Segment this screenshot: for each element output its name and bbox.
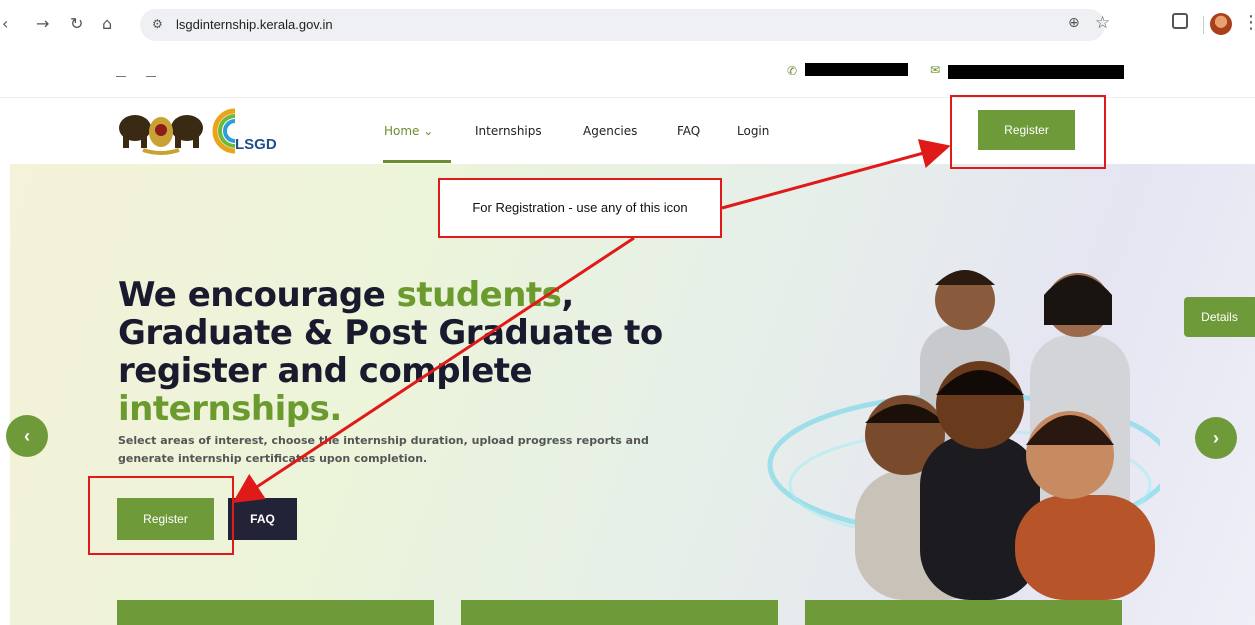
hero-title-highlight-internships: internships. (118, 389, 342, 429)
address-bar[interactable]: ⚙ lsgdinternship.kerala.gov.in ⊕ ☆ (140, 9, 1110, 41)
browser-toolbar: ‹ → ↻ ⌂ ⚙ lsgdinternship.kerala.gov.in ⊕… (0, 0, 1255, 50)
back-icon[interactable]: ‹ (2, 14, 8, 34)
toolbar-divider (1203, 16, 1204, 34)
nav-agencies[interactable]: Agencies (583, 124, 637, 138)
forward-icon[interactable]: → (36, 14, 49, 34)
nav-internships[interactable]: Internships (475, 124, 542, 138)
hero-title-highlight-students: students (396, 275, 562, 315)
redacted-phone (805, 63, 908, 76)
annotation-box-hero-register (88, 476, 234, 555)
decorative-dash (146, 76, 156, 77)
carousel-next-button[interactable]: › (1195, 417, 1237, 459)
lsgd-logo[interactable]: LSGD (205, 103, 285, 158)
hero-title: We encourage students, Graduate & Post G… (118, 276, 738, 428)
phone-icon: ✆ (787, 64, 798, 78)
url-text[interactable]: lsgdinternship.kerala.gov.in (176, 17, 333, 32)
chevron-left-icon: ‹ (24, 425, 30, 446)
nav-faq[interactable]: FAQ (677, 124, 700, 138)
reload-icon[interactable]: ↻ (70, 14, 83, 34)
lsgd-logo-text: LSGD (235, 136, 277, 153)
students-hero-image (767, 270, 1160, 600)
site-info-icon[interactable]: ⚙ (152, 17, 163, 31)
contact-strip: ✆ ✉ (0, 50, 1255, 98)
hero-subtitle: Select areas of interest, choose the int… (118, 434, 649, 465)
annotation-label: For Registration - use any of this icon (438, 178, 722, 238)
profile-avatar[interactable] (1210, 13, 1232, 35)
feature-card[interactable] (117, 600, 434, 625)
carousel-prev-button[interactable]: ‹ (6, 415, 48, 457)
details-side-tab[interactable]: Details (1184, 297, 1255, 337)
nav-login[interactable]: Login (737, 124, 769, 138)
mail-icon: ✉ (930, 63, 941, 77)
kerala-emblem-logo[interactable] (117, 106, 205, 156)
feature-card[interactable] (461, 600, 778, 625)
redacted-email (948, 65, 1124, 79)
home-icon[interactable]: ⌂ (102, 14, 112, 34)
feature-card[interactable] (805, 600, 1122, 625)
hero-title-part1: We encourage (118, 275, 397, 315)
bookmark-star-icon[interactable]: ☆ (1095, 13, 1110, 33)
decorative-dash (116, 76, 126, 77)
nav-active-indicator (383, 160, 451, 163)
hero-faq-button[interactable]: FAQ (228, 498, 297, 540)
menu-kebab-icon[interactable]: ⋮ (1242, 12, 1255, 33)
zoom-icon[interactable]: ⊕ (1068, 15, 1080, 31)
chevron-right-icon: › (1213, 427, 1219, 448)
extensions-icon[interactable] (1172, 13, 1188, 29)
annotation-box-header-register (950, 95, 1106, 169)
nav-home[interactable]: Home ⌄ (384, 124, 433, 138)
